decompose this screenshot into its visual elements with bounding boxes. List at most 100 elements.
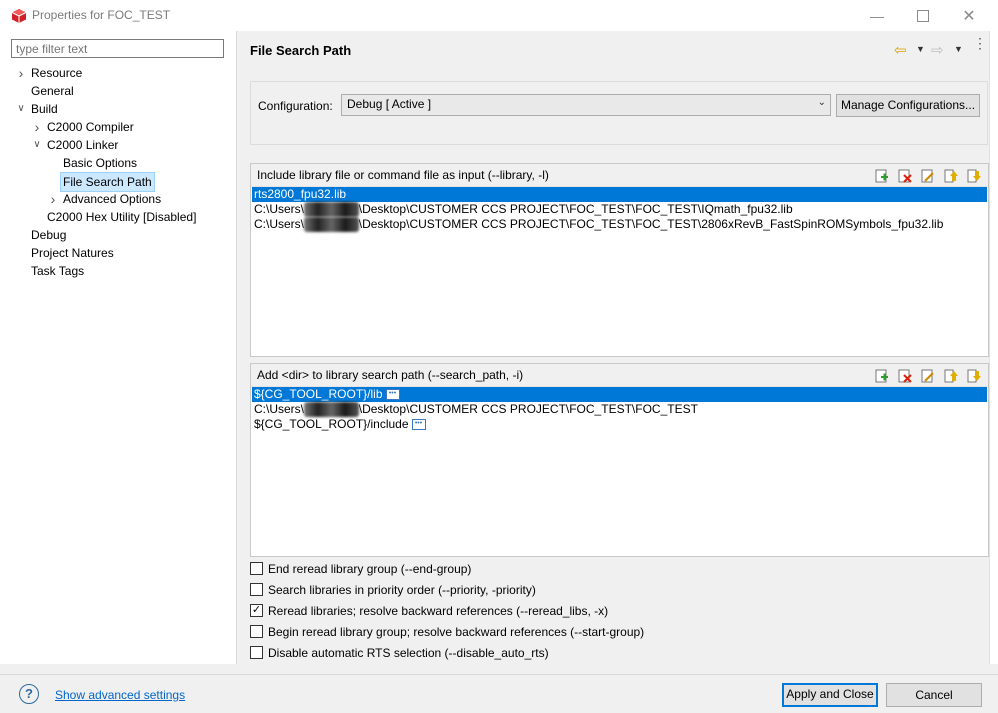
chevron-down-icon[interactable]: ∨ (15, 100, 27, 118)
path-text: rts2800_fpu32.lib (254, 187, 347, 201)
search-path-list[interactable]: ${CG_TOOL_ROOT}/lib•••C:\Users\X0209763\… (251, 387, 988, 432)
tree-item-label: Basic Options (63, 156, 138, 170)
move-up-icon[interactable] (943, 368, 959, 384)
properties-tree: › Resource General ∨ Build › C2000 Compiler ∨ C2… (0, 64, 236, 280)
minimize-button[interactable]: — (854, 0, 900, 31)
delete-icon[interactable] (897, 368, 913, 384)
search-path-toolbar (874, 368, 982, 384)
close-button[interactable]: ✕ (946, 0, 992, 31)
configuration-label: Configuration: (258, 99, 333, 113)
tree-item[interactable]: Task Tags (0, 262, 236, 280)
tree-item-label: General (31, 84, 74, 98)
tree-item[interactable]: ∨ C2000 Linker (0, 136, 236, 154)
tree-item[interactable]: File Search Path (0, 172, 236, 192)
path-text: \Desktop\CUSTOMER CCS PROJECT\FOC_TEST\F… (358, 202, 793, 216)
redacted-username: X0209763 (304, 402, 359, 417)
move-down-icon[interactable] (966, 168, 982, 184)
more-menu-icon[interactable]: ⋮ (973, 36, 987, 50)
checkbox-label: Disable automatic RTS selection (--disab… (268, 646, 549, 660)
list-item[interactable]: rts2800_fpu32.lib (252, 187, 987, 202)
checkbox[interactable] (250, 646, 263, 660)
help-icon[interactable]: ? (19, 684, 39, 704)
include-library-list[interactable]: rts2800_fpu32.libC:\Users\X0209763\Deskt… (251, 187, 988, 232)
path-text: \Desktop\CUSTOMER CCS PROJECT\FOC_TEST\F… (358, 217, 944, 231)
checkbox-label: Search libraries in priority order (--pr… (268, 583, 536, 597)
edit-icon[interactable] (920, 168, 936, 184)
list-item[interactable]: C:\Users\X0209763\Desktop\CUSTOMER CCS P… (252, 202, 987, 217)
add-icon[interactable] (874, 168, 890, 184)
tree-item-label: C2000 Compiler (47, 120, 134, 134)
edit-icon[interactable] (920, 368, 936, 384)
tree-item-label: C2000 Linker (47, 138, 119, 152)
filter-input[interactable] (11, 39, 224, 58)
list-item[interactable]: C:\Users\X0209763\Desktop\CUSTOMER CCS P… (252, 217, 987, 232)
right-edge-panel (989, 31, 998, 664)
path-text: \Desktop\CUSTOMER CCS PROJECT\FOC_TEST\F… (358, 402, 698, 416)
path-text: C:\Users\ (254, 402, 305, 416)
tree-item[interactable]: › Advanced Options (0, 190, 236, 208)
move-up-icon[interactable] (943, 168, 959, 184)
more-icon[interactable]: ••• (385, 389, 400, 401)
list-item[interactable]: C:\Users\X0209763\Desktop\CUSTOMER CCS P… (252, 402, 987, 417)
more-icon[interactable]: ••• (411, 419, 426, 431)
option-checkbox-row[interactable]: Search libraries in priority order (--pr… (250, 580, 950, 601)
checkbox-label: Begin reread library group; resolve back… (268, 625, 645, 639)
maximize-button[interactable] (900, 0, 946, 31)
show-advanced-settings-link[interactable]: Show advanced settings (55, 688, 185, 702)
option-checkbox-row[interactable]: ✓ Reread libraries; resolve backward refe… (250, 601, 950, 622)
apply-and-close-button[interactable]: Apply and Close (782, 683, 878, 707)
tree-item[interactable]: Debug (0, 226, 236, 244)
manage-configurations-button[interactable]: Manage Configurations... (836, 94, 980, 117)
checkbox-label: End reread library group (--end-group) (268, 562, 472, 576)
tree-item-label: Advanced Options (63, 192, 162, 206)
tree-item[interactable]: Project Natures (0, 244, 236, 262)
tree-item[interactable]: Basic Options (0, 154, 236, 172)
path-text: ${CG_TOOL_ROOT}/include (254, 417, 409, 431)
tree-item-label: File Search Path (60, 172, 155, 192)
configuration-value: Debug [ Active ] (347, 97, 432, 111)
checkbox[interactable] (250, 625, 263, 639)
back-dropdown-icon[interactable]: ▼ (916, 44, 925, 54)
checkbox[interactable]: ✓ (250, 604, 263, 618)
include-toolbar (874, 168, 982, 184)
path-text: C:\Users\ (254, 202, 305, 216)
tree-item[interactable]: General (0, 82, 236, 100)
window-title: Properties for FOC_TEST (32, 8, 171, 22)
move-down-icon[interactable] (966, 368, 982, 384)
linker-options: End reread library group (--end-group) Se… (250, 559, 950, 664)
redacted-username: X0209763 (304, 217, 359, 232)
option-checkbox-row[interactable]: Begin reread library group; resolve back… (250, 622, 950, 643)
forward-dropdown-icon[interactable]: ▼ (954, 44, 963, 54)
tree-item[interactable]: › Resource (0, 64, 236, 82)
checkbox[interactable] (250, 583, 263, 597)
tree-item-label: Build (31, 102, 58, 116)
list-item[interactable]: ${CG_TOOL_ROOT}/include ••• (252, 417, 987, 432)
configuration-select[interactable]: Debug [ Active ] ⌄ (341, 94, 831, 116)
chevron-down-icon[interactable]: ∨ (31, 136, 43, 154)
delete-icon[interactable] (897, 168, 913, 184)
redacted-username: X0209763 (304, 202, 359, 217)
path-text: ${CG_TOOL_ROOT}/lib (254, 387, 383, 401)
list-item[interactable]: ${CG_TOOL_ROOT}/lib ••• (252, 387, 987, 402)
tree-item[interactable]: C2000 Hex Utility [Disabled] (0, 208, 236, 226)
page-title: File Search Path (250, 43, 352, 58)
tree-item-label: C2000 Hex Utility [Disabled] (47, 210, 197, 224)
back-icon[interactable]: ⇦ (894, 41, 907, 59)
chevron-right-icon[interactable]: › (47, 190, 59, 208)
chevron-down-icon: ⌄ (817, 97, 826, 108)
tree-item[interactable]: › C2000 Compiler (0, 118, 236, 136)
tree-item-label: Project Natures (31, 246, 114, 260)
option-checkbox-row[interactable]: End reread library group (--end-group) (250, 559, 950, 580)
path-text: C:\Users\ (254, 217, 305, 231)
cancel-button[interactable]: Cancel (886, 683, 982, 707)
include-library-group: Include library file or command file as … (250, 163, 989, 357)
app-cube-icon (11, 9, 27, 23)
option-checkbox-row[interactable]: Disable automatic RTS selection (--disab… (250, 643, 950, 664)
add-icon[interactable] (874, 368, 890, 384)
chevron-right-icon[interactable]: › (15, 64, 27, 82)
checkbox[interactable] (250, 562, 263, 576)
tree-item[interactable]: ∨ Build (0, 100, 236, 118)
checkbox-label: Reread libraries; resolve backward refer… (268, 604, 609, 618)
chevron-right-icon[interactable]: › (31, 118, 43, 136)
forward-icon[interactable]: ⇨ (931, 41, 944, 59)
